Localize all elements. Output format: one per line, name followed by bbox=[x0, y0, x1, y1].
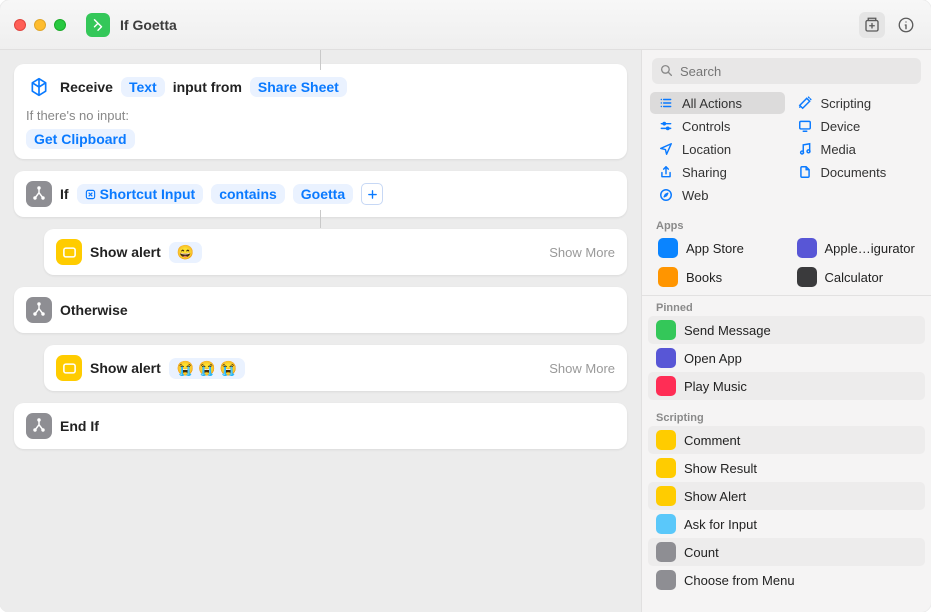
action-library-sidebar: All ActionsScriptingControlsDeviceLocati… bbox=[641, 50, 931, 612]
if-variable-token[interactable]: Shortcut Input bbox=[77, 184, 204, 204]
sliders-icon bbox=[658, 118, 674, 134]
show-alert-card-2[interactable]: Show alert 😭 😭 😭 Show More bbox=[44, 345, 627, 391]
display-icon bbox=[797, 118, 813, 134]
category-location[interactable]: Location bbox=[650, 138, 785, 160]
zoom-window-button[interactable] bbox=[54, 19, 66, 31]
action-icon bbox=[658, 267, 678, 287]
endif-label: End If bbox=[60, 418, 99, 434]
minimize-window-button[interactable] bbox=[34, 19, 46, 31]
action-open-app[interactable]: Open App bbox=[648, 344, 925, 372]
if-value-token[interactable]: Goetta bbox=[293, 184, 353, 204]
action-icon bbox=[656, 514, 676, 534]
window-controls bbox=[14, 19, 66, 31]
action-icon bbox=[656, 430, 676, 450]
action-show-alert[interactable]: Show Alert bbox=[648, 482, 925, 510]
category-scripting[interactable]: Scripting bbox=[789, 92, 924, 114]
pinned-header: Pinned bbox=[642, 296, 931, 316]
action-books[interactable]: Books bbox=[650, 263, 785, 291]
receive-action-card[interactable]: Receive Text input from Share Sheet If t… bbox=[14, 64, 627, 159]
info-button[interactable] bbox=[893, 12, 919, 38]
action-icon bbox=[656, 570, 676, 590]
action-comment[interactable]: Comment bbox=[648, 426, 925, 454]
action-icon bbox=[656, 376, 676, 396]
otherwise-card[interactable]: Otherwise bbox=[14, 287, 627, 333]
action-calculator[interactable]: Calculator bbox=[789, 263, 924, 291]
otherwise-label: Otherwise bbox=[60, 302, 128, 318]
alert-label: Show alert bbox=[90, 360, 161, 376]
add-condition-button[interactable] bbox=[361, 183, 383, 205]
close-window-button[interactable] bbox=[14, 19, 26, 31]
category-controls[interactable]: Controls bbox=[650, 115, 785, 137]
search-input[interactable] bbox=[652, 58, 921, 84]
if-label: If bbox=[60, 186, 69, 202]
branch-icon bbox=[26, 297, 52, 323]
search-icon bbox=[660, 64, 673, 77]
alert-icon bbox=[56, 355, 82, 381]
editor-canvas[interactable]: Receive Text input from Share Sheet If t… bbox=[0, 50, 641, 612]
action-play-music[interactable]: Play Music bbox=[648, 372, 925, 400]
show-more-button[interactable]: Show More bbox=[549, 361, 615, 376]
action-icon bbox=[656, 486, 676, 506]
if-condition-token[interactable]: contains bbox=[211, 184, 285, 204]
alert-emoji-token[interactable]: 😄 bbox=[169, 242, 202, 263]
category-device[interactable]: Device bbox=[789, 115, 924, 137]
action-icon bbox=[656, 320, 676, 340]
receive-label: Receive bbox=[60, 79, 113, 95]
endif-card[interactable]: End If bbox=[14, 403, 627, 449]
scripting-header: Scripting bbox=[642, 406, 931, 426]
action-icon bbox=[656, 348, 676, 368]
action-choose-from-menu[interactable]: Choose from Menu bbox=[648, 566, 925, 594]
doc-icon bbox=[797, 164, 813, 180]
fallback-token[interactable]: Get Clipboard bbox=[26, 129, 135, 149]
alert-label: Show alert bbox=[90, 244, 161, 260]
show-more-button[interactable]: Show More bbox=[549, 245, 615, 260]
category-all-actions[interactable]: All Actions bbox=[650, 92, 785, 114]
action-icon bbox=[797, 238, 817, 258]
category-documents[interactable]: Documents bbox=[789, 161, 924, 183]
safari-icon bbox=[658, 187, 674, 203]
app-window: If Goetta Receive Text input from bbox=[0, 0, 931, 612]
music-icon bbox=[797, 141, 813, 157]
location-icon bbox=[658, 141, 674, 157]
receive-mid: input from bbox=[173, 79, 242, 95]
receive-icon bbox=[26, 74, 52, 100]
list-icon bbox=[658, 95, 674, 111]
action-icon bbox=[656, 542, 676, 562]
category-web[interactable]: Web bbox=[650, 184, 785, 206]
show-alert-card-1[interactable]: Show alert 😄 Show More bbox=[44, 229, 627, 275]
branch-icon bbox=[26, 413, 52, 439]
action-icon bbox=[797, 267, 817, 287]
library-toggle-button[interactable] bbox=[859, 12, 885, 38]
action-icon bbox=[656, 458, 676, 478]
alert-emoji-token[interactable]: 😭 😭 😭 bbox=[169, 358, 245, 379]
alert-icon bbox=[56, 239, 82, 265]
category-media[interactable]: Media bbox=[789, 138, 924, 160]
action-apple-igurator[interactable]: Apple…igurator bbox=[789, 234, 924, 262]
action-icon bbox=[658, 238, 678, 258]
category-sharing[interactable]: Sharing bbox=[650, 161, 785, 183]
receive-type-token[interactable]: Text bbox=[121, 77, 165, 97]
action-send-message[interactable]: Send Message bbox=[648, 316, 925, 344]
window-title: If Goetta bbox=[120, 17, 177, 33]
action-show-result[interactable]: Show Result bbox=[648, 454, 925, 482]
share-icon bbox=[658, 164, 674, 180]
branch-icon bbox=[26, 181, 52, 207]
wand-icon bbox=[797, 95, 813, 111]
apps-header: Apps bbox=[642, 214, 931, 234]
action-app-store[interactable]: App Store bbox=[650, 234, 785, 262]
receive-source-token[interactable]: Share Sheet bbox=[250, 77, 347, 97]
noinput-label: If there's no input: bbox=[26, 108, 615, 123]
action-count[interactable]: Count bbox=[648, 538, 925, 566]
action-ask-for-input[interactable]: Ask for Input bbox=[648, 510, 925, 538]
shortcut-app-icon bbox=[86, 13, 110, 37]
